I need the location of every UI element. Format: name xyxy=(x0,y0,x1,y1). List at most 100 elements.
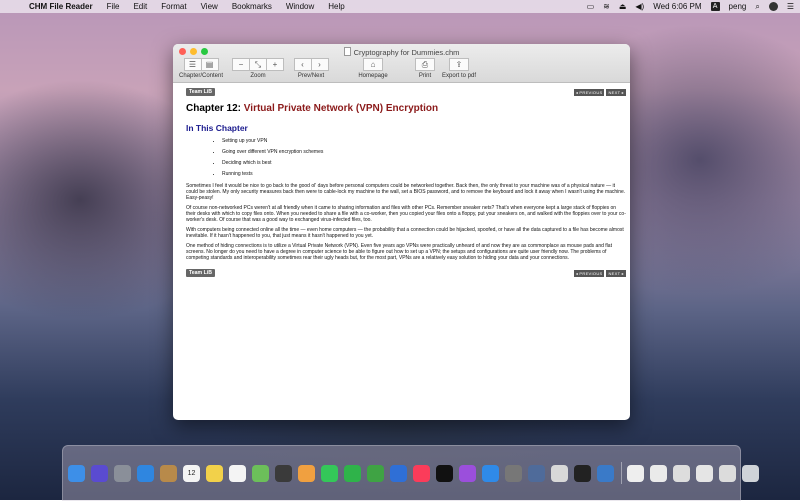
document-icon[interactable] xyxy=(627,464,644,482)
prev-page-button[interactable]: ‹ xyxy=(293,58,312,71)
window-titlebar: Cryptography for Dummies.chm ☰ ▤ Chapter… xyxy=(173,44,630,83)
previous-link-bottom[interactable]: ◂ PREVIOUS xyxy=(573,269,605,277)
app-store-icon[interactable] xyxy=(482,464,499,482)
control-center-icon[interactable]: ☰ xyxy=(787,2,794,11)
dock-icons: 12 xyxy=(68,446,765,500)
list-item: Deciding which is best xyxy=(222,158,626,169)
bottom-page-nav: ◂ PREVIOUS NEXT ▸ xyxy=(573,269,626,277)
dock: 12 xyxy=(62,445,759,501)
top-nav-row: Team LiB ◂ PREVIOUS NEXT ▸ xyxy=(186,88,626,96)
menu-view[interactable]: View xyxy=(194,2,225,11)
export-group: ⇪ Export to pdf xyxy=(439,58,479,79)
input-source-icon[interactable]: A xyxy=(710,2,720,11)
screenshot-thumb-icon[interactable] xyxy=(673,464,690,482)
photos-icon[interactable] xyxy=(298,464,315,482)
top-page-nav: ◂ PREVIOUS NEXT ▸ xyxy=(573,88,626,96)
user-name[interactable]: peng xyxy=(729,2,747,11)
zoom-group: − ⤡ + Zoom xyxy=(230,58,286,79)
chapter-title: Virtual Private Network (VPN) Encryption xyxy=(243,103,439,114)
export-label: Export to pdf xyxy=(441,73,477,79)
notes-icon[interactable] xyxy=(206,464,223,482)
prev-next-label: Prev/Next xyxy=(297,73,325,79)
zoom-label: Zoom xyxy=(250,73,266,79)
facetime-icon[interactable] xyxy=(344,464,361,482)
next-page-button[interactable]: › xyxy=(311,58,329,71)
volume-icon[interactable]: ◀) xyxy=(635,2,644,11)
print-label: Print xyxy=(418,73,432,79)
menu-file[interactable]: File xyxy=(100,2,127,11)
paragraph: Of course non-networked PCs weren't at a… xyxy=(186,205,626,223)
messages-icon[interactable] xyxy=(321,464,338,482)
tv-icon[interactable] xyxy=(436,464,453,482)
homepage-label: Homepage xyxy=(358,73,388,79)
keynote-icon[interactable] xyxy=(390,464,407,482)
paragraph: One method of hiding connections is to u… xyxy=(186,243,612,261)
paragraph: With computers being connected online al… xyxy=(186,227,624,239)
downloads-icon[interactable] xyxy=(650,464,667,482)
list-item: Setting up your VPN xyxy=(222,136,626,147)
trash-icon[interactable] xyxy=(742,464,759,482)
notes-book-icon[interactable] xyxy=(160,464,177,482)
utility-icon[interactable] xyxy=(551,464,568,482)
spotlight-icon[interactable]: ⌕ xyxy=(755,2,759,12)
menu-edit[interactable]: Edit xyxy=(126,2,154,11)
menu-window[interactable]: Window xyxy=(279,2,321,11)
wifi-icon[interactable]: ≋ xyxy=(603,2,610,11)
maps-icon[interactable] xyxy=(252,464,269,482)
finder-icon[interactable] xyxy=(68,464,85,482)
section-heading: In This Chapter xyxy=(186,123,248,133)
zoom-out-button[interactable]: − xyxy=(232,58,250,71)
document-icon xyxy=(343,47,351,56)
menu-bookmarks[interactable]: Bookmarks xyxy=(225,2,279,11)
terminal-icon[interactable] xyxy=(574,464,591,482)
podcasts-icon[interactable] xyxy=(459,464,476,482)
homepage-group: ⌂ Homepage xyxy=(353,58,393,79)
chapter-topics-list: Setting up your VPN Going over different… xyxy=(186,136,626,180)
homepage-button[interactable]: ⌂ xyxy=(363,58,383,71)
screenshot-thumb-icon-3[interactable] xyxy=(719,464,736,482)
user-avatar-icon[interactable] xyxy=(768,2,778,11)
siri-icon[interactable] xyxy=(91,464,108,482)
window-title: Cryptography for Dummies.chm xyxy=(173,47,630,57)
menu-help[interactable]: Help xyxy=(321,2,351,11)
list-item: Going over different VPN encryption sche… xyxy=(222,147,626,158)
photo-booth-icon[interactable] xyxy=(275,464,292,482)
app-menu[interactable]: CHM File Reader xyxy=(22,2,100,11)
bottom-nav-row: Team LiB ◂ PREVIOUS NEXT ▸ xyxy=(186,269,626,277)
print-group: ⎙ Print xyxy=(410,58,440,79)
screenshot-thumb-icon-2[interactable] xyxy=(696,464,713,482)
chm-reader-icon[interactable] xyxy=(597,464,614,482)
menu-bar: CHM File Reader File Edit Format View Bo… xyxy=(0,0,800,13)
chapter-heading: Chapter 12: Virtual Private Network (VPN… xyxy=(186,103,626,114)
prev-next-group: ‹ › Prev/Next xyxy=(291,58,331,79)
system-preferences-icon[interactable] xyxy=(505,464,522,482)
reminders-icon[interactable] xyxy=(229,464,246,482)
launchpad-icon[interactable] xyxy=(114,464,131,482)
status-area: ▭ ≋ ⏏ ◀) Wed 6:06 PM A peng ⌕ ☰ xyxy=(587,0,794,13)
paragraph: Sometimes I feel it would be nice to go … xyxy=(186,183,626,201)
team-lib-badge-bottom[interactable]: Team LiB xyxy=(186,269,215,277)
dock-separator xyxy=(621,462,622,484)
zoom-fit-button[interactable]: ⤡ xyxy=(250,58,267,71)
chm-reader-window: Cryptography for Dummies.chm ☰ ▤ Chapter… xyxy=(173,44,630,420)
chapter-content-label: Chapter/Content xyxy=(178,73,224,79)
menu-format[interactable]: Format xyxy=(154,2,193,11)
preview-icon[interactable] xyxy=(528,464,545,482)
numbers-icon[interactable] xyxy=(367,464,384,482)
print-button[interactable]: ⎙ xyxy=(415,58,435,71)
window-title-text: Cryptography for Dummies.chm xyxy=(353,48,460,57)
music-icon[interactable] xyxy=(413,464,430,482)
zoom-in-button[interactable]: + xyxy=(267,58,284,71)
eject-icon[interactable]: ⏏ xyxy=(619,2,627,11)
content-list-button[interactable]: ▤ xyxy=(201,58,219,71)
export-pdf-button[interactable]: ⇪ xyxy=(449,58,469,71)
display-icon[interactable]: ▭ xyxy=(587,2,595,11)
chapter-list-button[interactable]: ☰ xyxy=(183,58,202,71)
calendar-icon[interactable]: 12 xyxy=(183,464,200,482)
next-link-bottom[interactable]: NEXT ▸ xyxy=(606,269,626,277)
team-lib-badge[interactable]: Team LiB xyxy=(186,88,215,96)
next-link[interactable]: NEXT ▸ xyxy=(606,88,626,96)
clock[interactable]: Wed 6:06 PM xyxy=(653,2,701,11)
safari-icon[interactable] xyxy=(137,464,154,482)
previous-link[interactable]: ◂ PREVIOUS xyxy=(573,88,605,96)
